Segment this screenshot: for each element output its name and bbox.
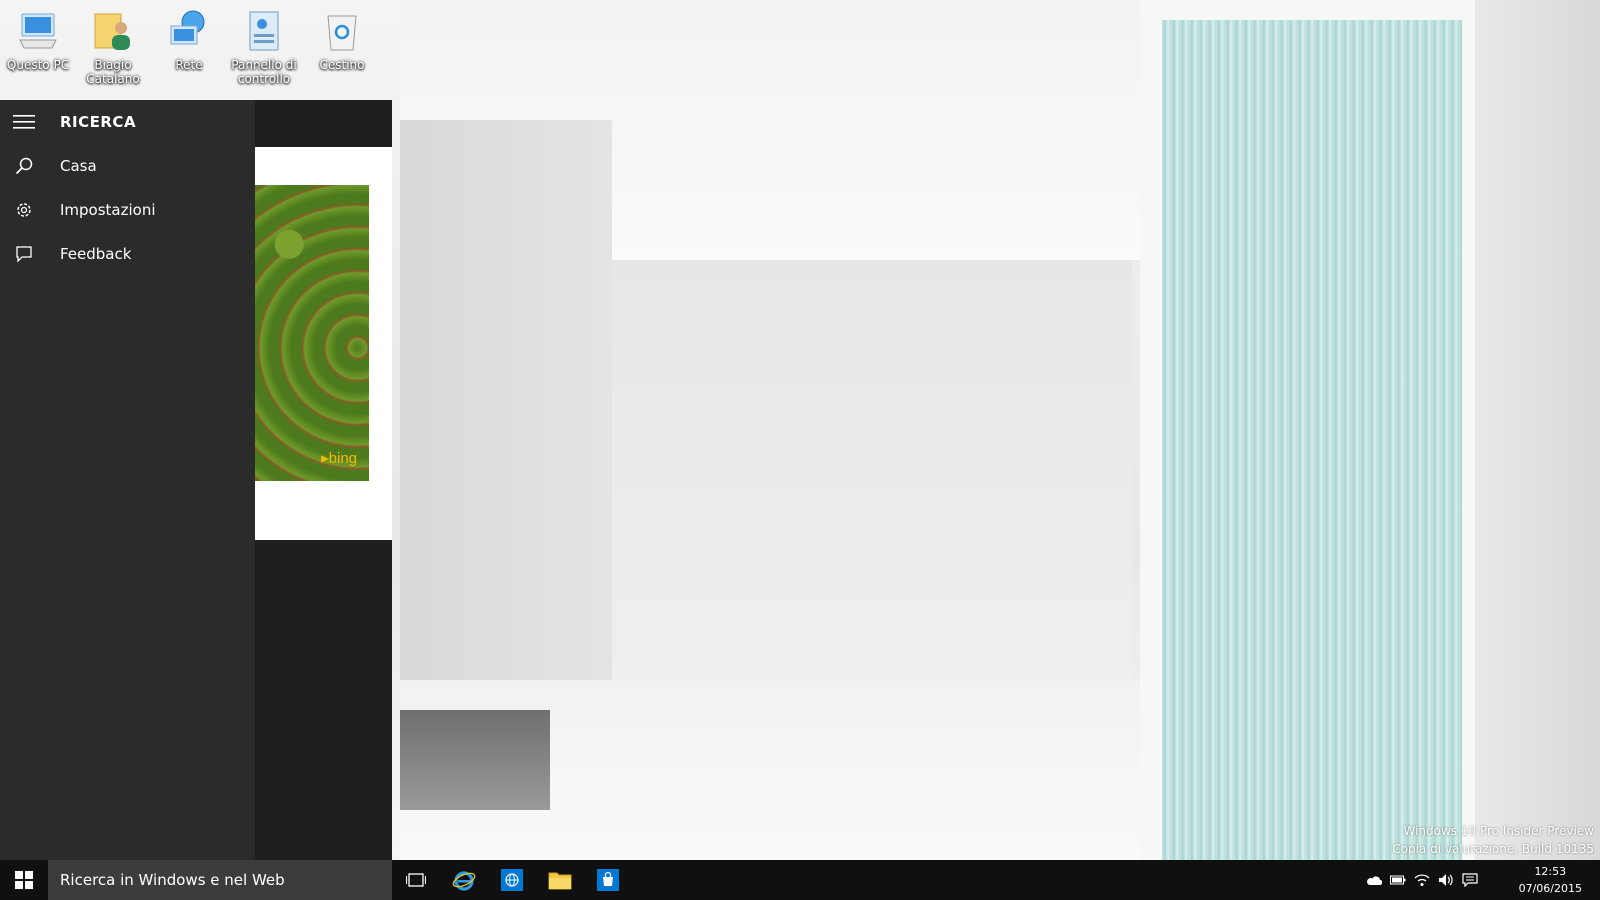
build-watermark: Windows 10 Pro Insider Preview Copia di … — [1392, 822, 1594, 858]
desktop-icon-pannello-di-controllo[interactable]: Pannello di controllo — [227, 6, 301, 86]
watermark-line-2: Copia di valutazione. Build 10135 — [1392, 842, 1594, 856]
desktop-icon-questo-pc[interactable]: Questo PC — [1, 6, 75, 72]
wallpaper-back-wall — [612, 260, 1132, 680]
search-pane: RICERCA Casa Impostazioni Feedback — [0, 100, 255, 860]
hamburger-menu-icon[interactable] — [12, 110, 36, 134]
internet-explorer-button[interactable] — [440, 860, 488, 900]
recycle-bin-icon — [320, 8, 364, 52]
control-panel-icon — [242, 8, 286, 52]
bing-logo: ▸bing — [321, 450, 357, 467]
onedrive-icon[interactable] — [1366, 872, 1382, 888]
desktop-icon-label: Rete — [175, 58, 203, 72]
network-icon — [167, 8, 211, 52]
gear-icon — [12, 198, 36, 222]
globe-app-icon — [501, 869, 523, 891]
wallpaper-floor-opening — [400, 710, 550, 810]
battery-icon[interactable] — [1390, 872, 1406, 888]
user-folder-icon — [91, 8, 135, 52]
internet-explorer-icon — [452, 871, 476, 891]
taskbar-clock[interactable]: 12:53 07/06/2015 — [1519, 863, 1582, 897]
desktop-icon-label: Questo PC — [6, 58, 70, 72]
task-view-button[interactable] — [392, 860, 440, 900]
search-pane-header: RICERCA — [0, 100, 255, 144]
clock-date: 07/06/2015 — [1518, 882, 1582, 895]
search-pane-item-impostazioni[interactable]: Impostazioni — [0, 188, 255, 232]
wallpaper-window-glass — [1162, 20, 1462, 860]
bing-image[interactable]: ▸bing — [255, 185, 369, 481]
search-pane-item-feedback[interactable]: Feedback — [0, 232, 255, 276]
search-pane-item-label: Impostazioni — [60, 201, 156, 219]
search-pane-item-label: Feedback — [60, 245, 132, 263]
start-button[interactable] — [0, 860, 48, 900]
system-tray: 12:53 07/06/2015 — [1360, 860, 1600, 900]
search-icon — [12, 154, 36, 178]
taskbar-search-placeholder: Ricerca in Windows e nel Web — [60, 871, 285, 889]
windows-logo-icon — [15, 871, 33, 889]
bing-logo-text: bing — [328, 450, 357, 467]
desktop-icon-label: Cestino — [319, 58, 365, 72]
search-pane-title: RICERCA — [60, 113, 137, 131]
store-button[interactable] — [584, 860, 632, 900]
search-pane-item-casa[interactable]: Casa — [0, 144, 255, 188]
watermark-line-1: Windows 10 Pro Insider Preview — [1403, 824, 1594, 838]
wifi-icon[interactable] — [1414, 872, 1430, 888]
task-view-icon — [406, 873, 426, 887]
volume-icon[interactable] — [1438, 872, 1454, 888]
desktop-icon-rete[interactable]: Rete — [152, 6, 226, 72]
taskbar: Ricerca in Windows e nel Web 12:53 07/06… — [0, 860, 1600, 900]
clock-time: 12:53 — [1534, 865, 1567, 878]
desktop-icon-label: Biagio Catalano — [86, 58, 140, 86]
desktop-icon-user-folder[interactable]: Biagio Catalano — [76, 6, 150, 86]
computer-icon — [16, 8, 60, 52]
store-icon — [597, 869, 619, 891]
file-explorer-icon — [548, 872, 572, 890]
action-center-icon[interactable] — [1462, 872, 1478, 888]
desktop-icon-label: Pannello di controllo — [231, 58, 297, 86]
search-pane-item-label: Casa — [60, 157, 97, 175]
file-explorer-button[interactable] — [536, 860, 584, 900]
desktop-icon-cestino[interactable]: Cestino — [305, 6, 379, 72]
wallpaper-side-wall — [1475, 0, 1600, 860]
taskbar-search-box[interactable]: Ricerca in Windows e nel Web — [48, 860, 392, 900]
feedback-icon — [12, 242, 36, 266]
globe-app-button[interactable] — [488, 860, 536, 900]
